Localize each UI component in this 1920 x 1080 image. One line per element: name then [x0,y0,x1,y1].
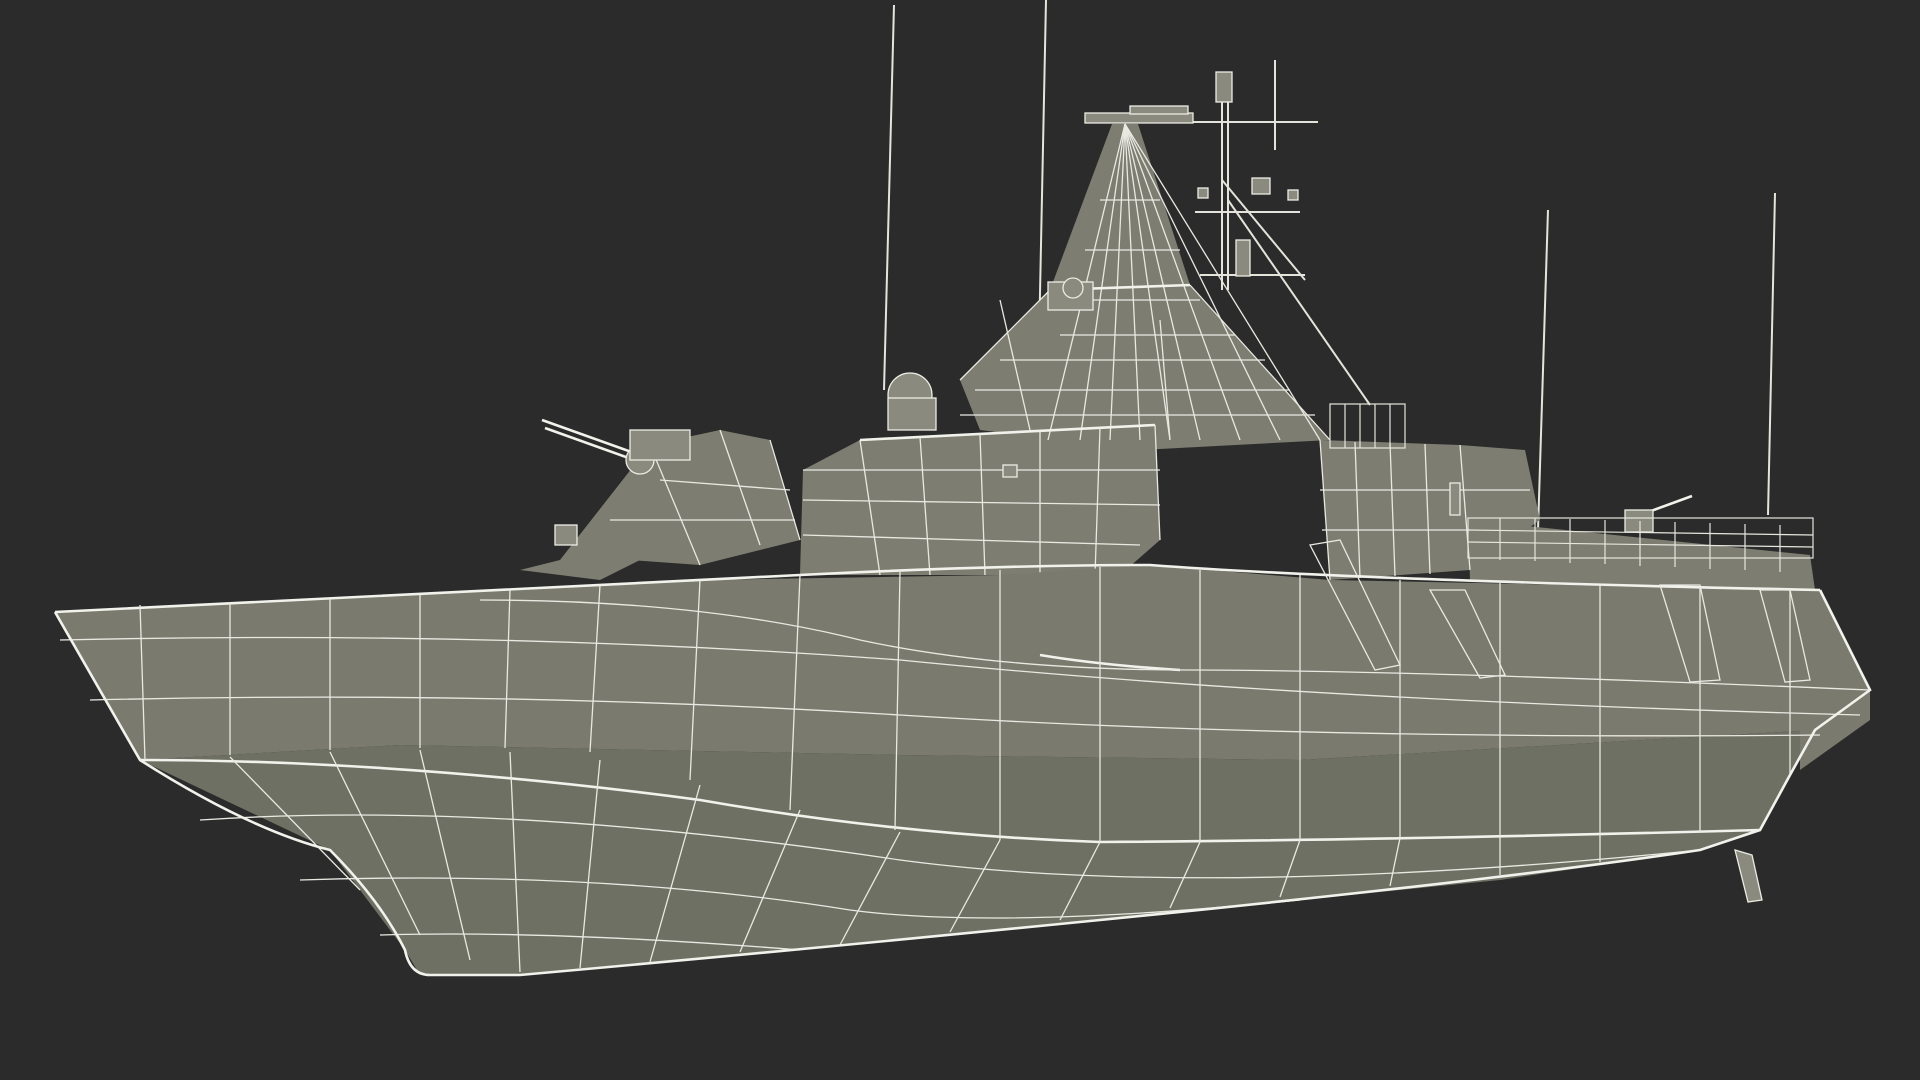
superstructure [520,123,1815,590]
boat-wireframe-render [53,0,1872,977]
hull [53,563,1872,977]
render-viewport [0,0,1920,1080]
